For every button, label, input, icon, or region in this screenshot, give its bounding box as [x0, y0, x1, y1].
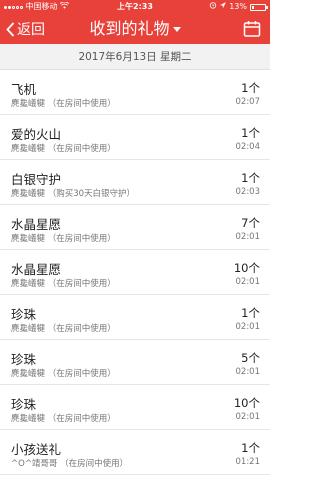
gift-name: 小孩送礼	[11, 442, 62, 457]
gift-row[interactable]: 白银守护麂毚嶬犍 （购买30天白银守护） 1个 02:03	[0, 160, 270, 205]
battery-percent: 13%	[229, 2, 247, 11]
gift-quantity: 1个	[241, 126, 260, 140]
gift-sender: 麂毚嶬犍 （在房间中使用）	[11, 414, 116, 424]
gift-row[interactable]: 珍珠麂毚嶬犍 （在房间中使用） 1个 02:01	[0, 295, 270, 340]
gift-time: 02:03	[235, 187, 261, 197]
gift-sender: 麂毚嶬犍 （购买30天白银守护）	[11, 189, 136, 199]
gift-time: 02:01	[235, 277, 261, 287]
gift-quantity: 10个	[233, 396, 260, 410]
status-right: 13%	[209, 0, 268, 14]
calendar-icon	[243, 21, 261, 37]
gift-quantity: 1个	[241, 441, 260, 455]
gift-quantity: 1个	[241, 306, 260, 320]
gift-list: 飞机 麂毚嶬犍 （在房间中使用） 1个 02:07 爱的火山 麂毚嶬犍 （在房间中使用） 1…	[0, 70, 270, 475]
gift-name: 水晶星愿	[11, 217, 62, 232]
gift-name: 白银守护	[11, 172, 62, 187]
gift-row[interactable]: 水晶星愿麂毚嶬犍 （在房间中使用） 7个 02:01	[0, 205, 270, 250]
gift-name: 珍珠	[11, 397, 37, 412]
gift-name: 爱的火山	[11, 127, 62, 142]
gift-row[interactable]: 珍珠麂毚嶬犍 （在房间中使用） 10个 02:01	[0, 385, 270, 430]
gift-sender: 麂毚嶬犍 （在房间中使用）	[11, 279, 116, 289]
gift-quantity: 7个	[241, 216, 260, 230]
calendar-button[interactable]	[242, 19, 262, 39]
status-bar: 中国移动 上午2:33 13%	[0, 0, 270, 14]
gift-name: 飞机	[11, 82, 37, 97]
gift-name: 珍珠	[11, 307, 37, 322]
gift-time: 02:01	[235, 322, 261, 332]
battery-icon	[250, 3, 268, 11]
page-title-dropdown[interactable]: 收到的礼物	[0, 19, 270, 39]
page-title: 收到的礼物	[89, 19, 170, 38]
gift-row[interactable]: 飞机麂毚嶬犍 （在房间中使用） 1个 02:07	[0, 70, 270, 115]
gift-row[interactable]: 爱的火山麂毚嶬犍 （在房间中使用） 1个 02:04	[0, 115, 270, 160]
gift-sender: 麂毚嶬犍 （在房间中使用）	[11, 324, 116, 334]
date-header: 2017年6月13日 星期二	[0, 44, 270, 70]
gift-quantity: 1个	[241, 81, 260, 95]
gift-name: 珍珠	[11, 352, 37, 367]
alarm-icon	[209, 0, 217, 14]
gift-time: 02:04	[235, 142, 261, 152]
gift-row[interactable]: 小孩送礼 ^O^靖哥哥 （在房间中使用） 1个 01:21	[0, 430, 270, 475]
app-header: 中国移动 上午2:33 13% 返回 收到的礼物	[0, 0, 270, 44]
gift-name: 水晶星愿	[11, 262, 62, 277]
gift-time: 02:01	[235, 367, 261, 377]
battery-fill	[252, 5, 254, 9]
gift-row[interactable]: 珍珠麂毚嶬犍 （在房间中使用） 5个 02:01	[0, 340, 270, 385]
gift-time: 02:07	[235, 97, 261, 107]
gift-quantity: 1个	[241, 171, 260, 185]
gift-sender: ^O^靖哥哥 （在房间中使用）	[11, 459, 129, 469]
gift-sender: 麂毚嶬犍 （在房间中使用）	[11, 369, 116, 379]
gift-quantity: 5个	[241, 351, 260, 365]
gift-time: 02:01	[235, 412, 261, 422]
gift-time: 02:01	[235, 232, 261, 242]
gift-sender: 麂毚嶬犍 （在房间中使用）	[11, 99, 116, 109]
gift-sender: 麂毚嶬犍 （在房间中使用）	[11, 144, 116, 154]
gift-sender: 麂毚嶬犍 （在房间中使用）	[11, 234, 116, 244]
location-icon	[220, 0, 227, 14]
caret-down-icon	[172, 27, 181, 32]
nav-bar: 返回 收到的礼物	[0, 14, 270, 44]
gift-quantity: 10个	[233, 261, 260, 275]
gift-time: 01:21	[235, 457, 261, 467]
gift-row[interactable]: 水晶星愿麂毚嶬犍 （在房间中使用） 10个 02:01	[0, 250, 270, 295]
